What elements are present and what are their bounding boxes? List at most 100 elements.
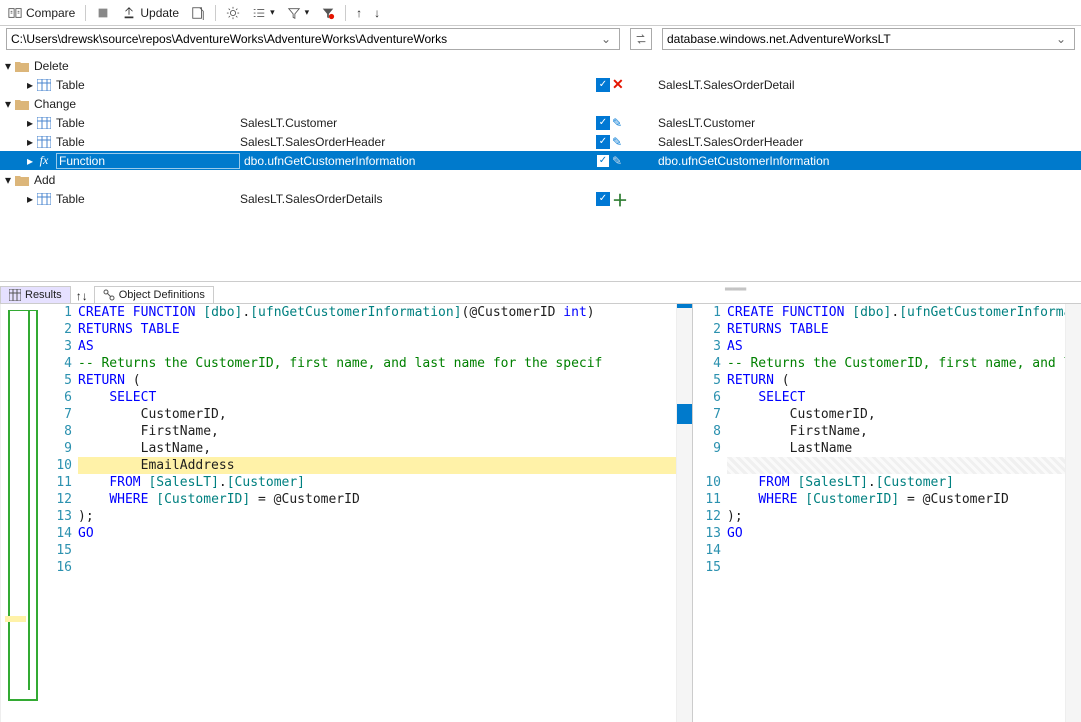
- group-add[interactable]: ▾ Add: [0, 170, 1081, 189]
- include-checkbox[interactable]: ✓: [596, 192, 610, 206]
- group-change-label: Change: [34, 97, 76, 111]
- source-path-input[interactable]: [11, 32, 597, 46]
- update-label: Update: [140, 6, 179, 20]
- left-gutter: 12345678910111213141516: [44, 304, 78, 722]
- editor-tabs: Results ↑↓ Object Definitions ═══: [0, 282, 1081, 304]
- swap-button[interactable]: [630, 28, 652, 50]
- left-code[interactable]: CREATE FUNCTION [dbo].[ufnGetCustomerInf…: [78, 304, 676, 722]
- type-label: Table: [56, 78, 240, 92]
- edit-action-icon: ✎: [612, 116, 622, 130]
- edit-action-icon: ✎: [612, 154, 622, 168]
- table-icon: [36, 192, 52, 206]
- splitter-handle-icon[interactable]: ═══: [725, 284, 746, 295]
- next-button[interactable]: ↓: [370, 4, 384, 22]
- target-name: SalesLT.SalesOrderHeader: [658, 135, 803, 149]
- group-delete-label: Delete: [34, 59, 69, 73]
- table-icon: [36, 135, 52, 149]
- objdef-icon: [103, 289, 115, 301]
- tab-results[interactable]: Results: [0, 286, 71, 303]
- table-icon: [36, 78, 52, 92]
- swap-icon: [634, 32, 648, 46]
- source-path-box[interactable]: ⌄: [6, 28, 620, 50]
- type-label: Table: [56, 135, 240, 149]
- group-delete[interactable]: ▾ Delete: [0, 56, 1081, 75]
- folder-icon: [14, 173, 30, 187]
- include-checkbox[interactable]: ✓: [596, 154, 610, 168]
- function-icon: fx: [36, 154, 52, 168]
- twisty-collapsed-icon[interactable]: ▸: [24, 78, 36, 92]
- row-change-orderheader[interactable]: ▸ Table SalesLT.SalesOrderHeader ✓ ✎ Sal…: [0, 132, 1081, 151]
- group-button[interactable]: ▾: [248, 4, 279, 22]
- group-icon: [252, 6, 266, 20]
- twisty-expanded-icon[interactable]: ▾: [2, 59, 14, 73]
- target-dropdown-chevron[interactable]: ⌄: [1052, 32, 1070, 46]
- folder-icon: [14, 59, 30, 73]
- filter-clear-icon: [321, 6, 335, 20]
- delete-action-icon: ✕: [612, 76, 624, 93]
- right-scrollbar[interactable]: [1065, 304, 1081, 722]
- twisty-expanded-icon[interactable]: ▾: [2, 173, 14, 187]
- separator: [85, 5, 86, 21]
- pathbar: ⌄ ⌄: [0, 26, 1081, 52]
- filter-button[interactable]: ▾: [283, 4, 314, 22]
- script-button[interactable]: [187, 4, 209, 22]
- type-label: Function: [56, 153, 240, 169]
- stop-icon: [96, 6, 110, 20]
- update-icon: [122, 6, 136, 20]
- row-add-table[interactable]: ▸ Table SalesLT.SalesOrderDetails ✓ ＋: [0, 189, 1081, 208]
- target-name: SalesLT.SalesOrderDetail: [658, 78, 795, 92]
- row-change-function[interactable]: ▸ fx Function dbo.ufnGetCustomerInformat…: [0, 151, 1081, 170]
- left-overview-ruler[interactable]: [0, 304, 44, 722]
- tab-results-label: Results: [25, 289, 62, 301]
- toolbar: Compare Update ▾ ▾ ↑ ↓: [0, 0, 1081, 26]
- twisty-collapsed-icon[interactable]: ▸: [24, 135, 36, 149]
- right-editor[interactable]: 123456789 101112131415 CREATE FUNCTION […: [692, 304, 1081, 722]
- twisty-collapsed-icon[interactable]: ▸: [24, 116, 36, 130]
- compare-label: Compare: [26, 6, 75, 20]
- group-add-label: Add: [34, 173, 55, 187]
- type-label: Table: [56, 192, 240, 206]
- stop-button[interactable]: [92, 4, 114, 22]
- folder-icon: [14, 97, 30, 111]
- update-button[interactable]: Update: [118, 4, 183, 22]
- include-checkbox[interactable]: ✓: [596, 135, 610, 149]
- options-button[interactable]: [222, 4, 244, 22]
- script-icon: [191, 6, 205, 20]
- left-editor[interactable]: 12345678910111213141516 CREATE FUNCTION …: [44, 304, 692, 722]
- group-change[interactable]: ▾ Change: [0, 94, 1081, 113]
- tab-scroll-buttons[interactable]: ↑↓: [70, 289, 94, 303]
- source-name: dbo.ufnGetCustomerInformation: [244, 154, 415, 168]
- tab-objdef-label: Object Definitions: [119, 289, 205, 301]
- source-name: SalesLT.SalesOrderHeader: [240, 135, 385, 149]
- add-action-icon: ＋: [612, 187, 628, 211]
- row-delete-table[interactable]: ▸ Table ✓ ✕ SalesLT.SalesOrderDetail: [0, 75, 1081, 94]
- source-name: SalesLT.SalesOrderDetails: [240, 192, 383, 206]
- target-name: dbo.ufnGetCustomerInformation: [658, 154, 829, 168]
- right-gutter: 123456789 101112131415: [693, 304, 727, 722]
- separator: [345, 5, 346, 21]
- table-icon: [36, 116, 52, 130]
- filter-clear-button[interactable]: [317, 4, 339, 22]
- results-icon: [9, 289, 21, 301]
- target-name: SalesLT.Customer: [658, 116, 755, 130]
- filter-icon: [287, 6, 301, 20]
- target-path-input[interactable]: [667, 32, 1052, 46]
- twisty-collapsed-icon[interactable]: ▸: [24, 192, 36, 206]
- tab-object-definitions[interactable]: Object Definitions: [94, 286, 214, 303]
- separator: [215, 5, 216, 21]
- left-scrollbar[interactable]: [676, 304, 692, 722]
- twisty-collapsed-icon[interactable]: ▸: [24, 154, 36, 168]
- source-name: SalesLT.Customer: [240, 116, 337, 130]
- target-path-box[interactable]: ⌄: [662, 28, 1075, 50]
- compare-button[interactable]: Compare: [4, 4, 79, 22]
- row-change-customer[interactable]: ▸ Table SalesLT.Customer ✓ ✎ SalesLT.Cus…: [0, 113, 1081, 132]
- compare-tree: ▾ Delete ▸ Table ✓ ✕ SalesLT.SalesOrderD…: [0, 52, 1081, 282]
- include-checkbox[interactable]: ✓: [596, 78, 610, 92]
- source-dropdown-chevron[interactable]: ⌄: [597, 32, 615, 46]
- include-checkbox[interactable]: ✓: [596, 116, 610, 130]
- right-code[interactable]: CREATE FUNCTION [dbo].[ufnGetCustomerInf…: [727, 304, 1065, 722]
- type-label: Table: [56, 116, 240, 130]
- compare-icon: [8, 6, 22, 20]
- twisty-expanded-icon[interactable]: ▾: [2, 97, 14, 111]
- prev-button[interactable]: ↑: [352, 4, 366, 22]
